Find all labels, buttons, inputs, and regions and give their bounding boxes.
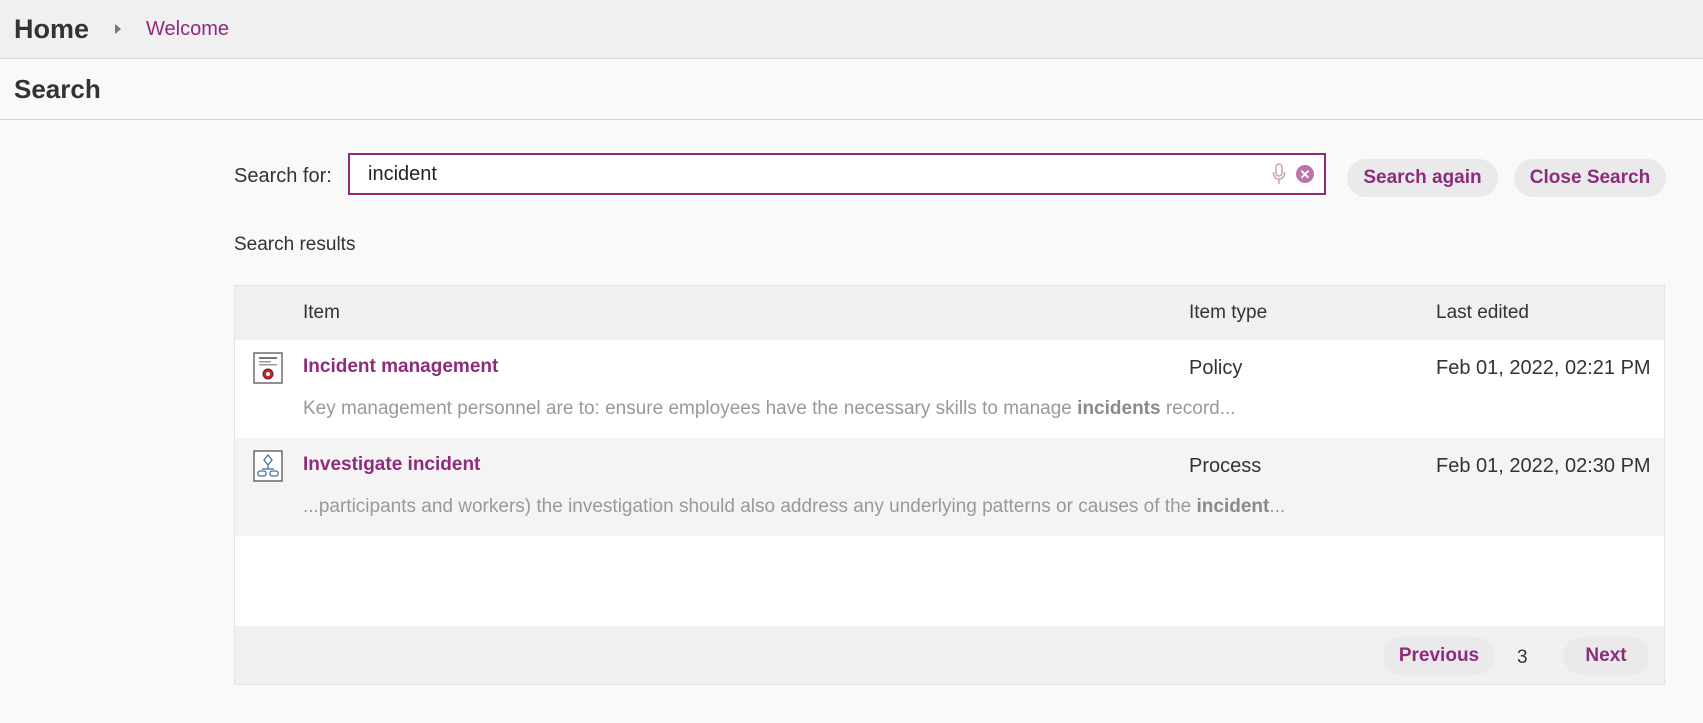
next-page-button[interactable]: Next bbox=[1563, 637, 1649, 675]
page-number: 3 bbox=[1517, 647, 1528, 668]
microphone-icon[interactable] bbox=[1272, 163, 1286, 185]
result-title-link[interactable]: Incident management bbox=[303, 356, 498, 378]
result-date: Feb 01, 2022, 02:30 PM bbox=[1436, 455, 1651, 477]
result-title-link[interactable]: Investigate incident bbox=[303, 454, 480, 476]
home-link[interactable]: Home bbox=[14, 14, 89, 45]
results-table: Item Item type Last edited Incident mana… bbox=[234, 285, 1665, 685]
search-label: Search for: bbox=[234, 165, 332, 187]
snippet-text: ...participants and workers) the investi… bbox=[303, 496, 1197, 517]
snippet-highlight: incident bbox=[1196, 496, 1270, 517]
column-header-item-type[interactable]: Item type bbox=[1189, 302, 1267, 324]
chevron-right-icon bbox=[115, 24, 122, 34]
result-type: Process bbox=[1189, 455, 1262, 477]
table-row[interactable]: Incident management Policy Feb 01, 2022,… bbox=[235, 340, 1664, 438]
previous-page-button[interactable]: Previous bbox=[1383, 637, 1495, 675]
search-again-button[interactable]: Search again bbox=[1347, 159, 1498, 197]
table-header: Item Item type Last edited bbox=[235, 286, 1664, 340]
page-header: Search bbox=[0, 59, 1703, 120]
result-snippet: ...participants and workers) the investi… bbox=[303, 496, 1285, 518]
result-type: Policy bbox=[1189, 357, 1243, 379]
top-bar: Home Welcome bbox=[0, 0, 1703, 59]
snippet-highlight: incidents bbox=[1077, 398, 1161, 419]
result-date: Feb 01, 2022, 02:21 PM bbox=[1436, 357, 1651, 379]
results-heading: Search results bbox=[234, 234, 356, 255]
column-header-item[interactable]: Item bbox=[303, 302, 340, 324]
search-box: ✕ bbox=[348, 153, 1326, 195]
search-input[interactable] bbox=[366, 154, 1272, 194]
table-row[interactable]: Investigate incident Process Feb 01, 202… bbox=[235, 438, 1664, 536]
close-search-button[interactable]: Close Search bbox=[1514, 159, 1666, 197]
snippet-text: record... bbox=[1160, 398, 1236, 419]
result-snippet: Key management personnel are to: ensure … bbox=[303, 398, 1236, 420]
snippet-text: ... bbox=[1269, 496, 1286, 517]
process-icon bbox=[253, 450, 283, 482]
policy-icon bbox=[253, 352, 283, 384]
page-title: Search bbox=[14, 73, 101, 104]
clear-icon[interactable]: ✕ bbox=[1296, 165, 1314, 183]
snippet-text: Key management personnel are to: ensure … bbox=[303, 398, 1078, 419]
breadcrumb-welcome-link[interactable]: Welcome bbox=[146, 18, 229, 41]
column-header-last-edited[interactable]: Last edited bbox=[1436, 302, 1529, 324]
